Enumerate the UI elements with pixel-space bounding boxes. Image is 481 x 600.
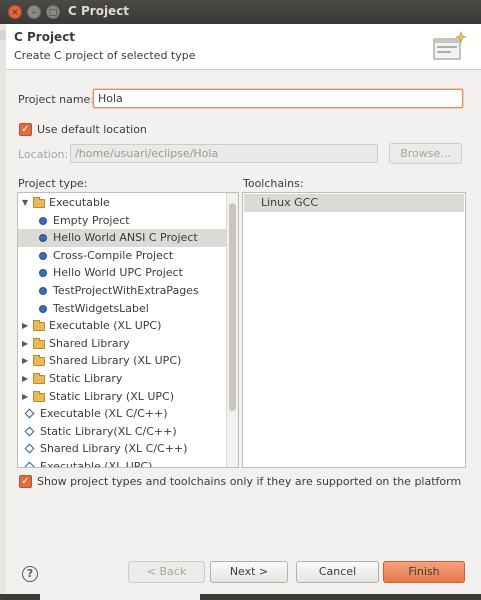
project-type-item-label: Cross-Compile Project bbox=[53, 248, 174, 262]
wizard-subtitle: Create C project of selected type bbox=[14, 49, 196, 62]
project-template-icon bbox=[39, 287, 47, 295]
expand-arrow-icon[interactable]: ▶ bbox=[22, 317, 30, 335]
project-template-icon bbox=[39, 304, 47, 313]
location-label: Location: bbox=[18, 148, 69, 161]
project-type-item-label: TestProjectWithExtraPages bbox=[53, 284, 199, 297]
show-supported-only-checkbox[interactable]: ✓ bbox=[19, 475, 32, 488]
diamond-icon bbox=[24, 408, 35, 419]
project-type-item-label: Executable (XL C/C++) bbox=[40, 407, 168, 421]
location-input[interactable]: /home/usuari/eclipse/Hola bbox=[70, 144, 378, 163]
back-button[interactable]: < Back bbox=[128, 561, 205, 583]
project-type-scrollbar-thumb[interactable] bbox=[229, 203, 236, 411]
project-type-tree[interactable]: ▼ Executable Empty Project Hello World ANSI… bbox=[17, 192, 239, 468]
new-c-project-dialog: C Project Create C project of selected t… bbox=[6, 24, 481, 600]
project-type-item-label: Shared Library (XL UPC) bbox=[49, 354, 182, 368]
use-default-location-label: Use default location bbox=[37, 123, 147, 136]
project-type-item[interactable]: Hello World UPC Project bbox=[18, 264, 226, 282]
project-type-item[interactable]: Executable (XL C/C++) bbox=[18, 405, 226, 423]
help-icon[interactable]: ? bbox=[22, 566, 38, 582]
project-type-item-label: Hello World UPC Project bbox=[53, 266, 183, 280]
project-type-item[interactable]: TestProjectWithExtraPages bbox=[18, 282, 226, 300]
folder-icon bbox=[33, 390, 45, 402]
project-type-item-label: TestWidgetsLabel bbox=[53, 301, 149, 315]
project-type-item-label: Hello World ANSI C Project bbox=[53, 231, 198, 245]
project-name-label: Project name: bbox=[18, 93, 95, 106]
wizard-header: C Project Create C project of selected t… bbox=[6, 24, 481, 70]
project-name-input[interactable]: Hola bbox=[93, 89, 463, 108]
folder-icon bbox=[33, 337, 45, 349]
maximize-window-button[interactable]: □ bbox=[46, 5, 60, 19]
project-type-item[interactable]: Cross-Compile Project bbox=[18, 247, 226, 265]
project-type-item-label: Executable bbox=[49, 196, 110, 209]
cancel-button[interactable]: Cancel bbox=[296, 561, 379, 583]
folder-icon bbox=[33, 355, 45, 367]
toolchain-item-linux-gcc[interactable]: Linux GCC bbox=[244, 194, 464, 212]
browse-button[interactable]: Browse... bbox=[389, 143, 462, 164]
use-default-location-checkbox[interactable]: ✓ bbox=[19, 123, 32, 136]
project-type-item[interactable]: Empty Project bbox=[18, 212, 226, 230]
folder-icon bbox=[33, 373, 45, 384]
project-type-item[interactable]: ▶ Static Library (XL UPC) bbox=[18, 388, 226, 406]
wizard-banner-icon bbox=[433, 31, 467, 60]
project-type-item[interactable]: Executable (XL UPC) bbox=[18, 458, 226, 468]
project-type-item-label: Shared Library bbox=[49, 336, 130, 350]
expand-arrow-icon[interactable]: ▶ bbox=[22, 352, 30, 370]
expand-arrow-icon[interactable]: ▶ bbox=[22, 335, 30, 353]
wizard-title: C Project bbox=[14, 30, 76, 44]
folder-icon bbox=[33, 320, 45, 332]
project-type-item[interactable]: ▶ Executable (XL UPC) bbox=[18, 317, 226, 335]
project-type-item[interactable]: ▼ Executable bbox=[18, 194, 226, 212]
finish-button[interactable]: Finish bbox=[383, 561, 465, 583]
diamond-icon bbox=[24, 426, 35, 437]
project-type-item-label: Static Library(XL C/C++) bbox=[40, 424, 177, 438]
toolchains-label: Toolchains: bbox=[243, 177, 304, 190]
project-type-item-label: Empty Project bbox=[53, 213, 130, 227]
project-type-item[interactable]: ▶ Shared Library (XL UPC) bbox=[18, 352, 226, 370]
next-button[interactable]: Next > bbox=[210, 561, 288, 583]
project-type-item[interactable]: Shared Library (XL C/C++) bbox=[18, 440, 226, 458]
project-template-icon bbox=[39, 216, 47, 225]
window-title: C Project bbox=[68, 4, 130, 18]
toolchains-list[interactable]: Linux GCC bbox=[242, 192, 466, 468]
project-type-item-label: Static Library bbox=[49, 372, 123, 385]
project-type-item-label: Static Library (XL UPC) bbox=[49, 389, 175, 403]
close-window-button[interactable]: × bbox=[8, 5, 22, 19]
project-template-icon bbox=[39, 269, 47, 278]
project-type-item-label: Executable (XL UPC) bbox=[40, 460, 153, 468]
show-supported-only-label: Show project types and toolchains only i… bbox=[37, 475, 462, 488]
collapse-arrow-icon[interactable]: ▼ bbox=[22, 194, 30, 212]
project-type-item[interactable]: Static Library(XL C/C++) bbox=[18, 423, 226, 441]
minimize-window-button[interactable]: – bbox=[27, 5, 41, 19]
project-type-item[interactable]: TestWidgetsLabel bbox=[18, 300, 226, 318]
project-type-item[interactable]: ▶ Shared Library bbox=[18, 335, 226, 353]
project-type-item-label: Executable (XL UPC) bbox=[49, 319, 162, 333]
project-type-item[interactable]: ▶ Static Library bbox=[18, 370, 226, 388]
window-title-bar: × – □ C Project bbox=[0, 0, 481, 24]
expand-arrow-icon[interactable]: ▶ bbox=[22, 388, 30, 406]
project-type-item[interactable]: Hello World ANSI C Project bbox=[18, 229, 226, 248]
project-template-icon bbox=[39, 251, 47, 260]
project-type-label: Project type: bbox=[18, 177, 88, 190]
desktop-bottom-edge bbox=[0, 594, 481, 600]
project-type-scrollbar[interactable] bbox=[226, 193, 238, 467]
folder-icon bbox=[33, 197, 45, 208]
diamond-icon bbox=[24, 461, 35, 467]
diamond-icon bbox=[24, 443, 35, 454]
project-type-item-label: Shared Library (XL C/C++) bbox=[40, 442, 188, 456]
project-template-icon bbox=[39, 234, 47, 243]
expand-arrow-icon[interactable]: ▶ bbox=[22, 370, 30, 388]
